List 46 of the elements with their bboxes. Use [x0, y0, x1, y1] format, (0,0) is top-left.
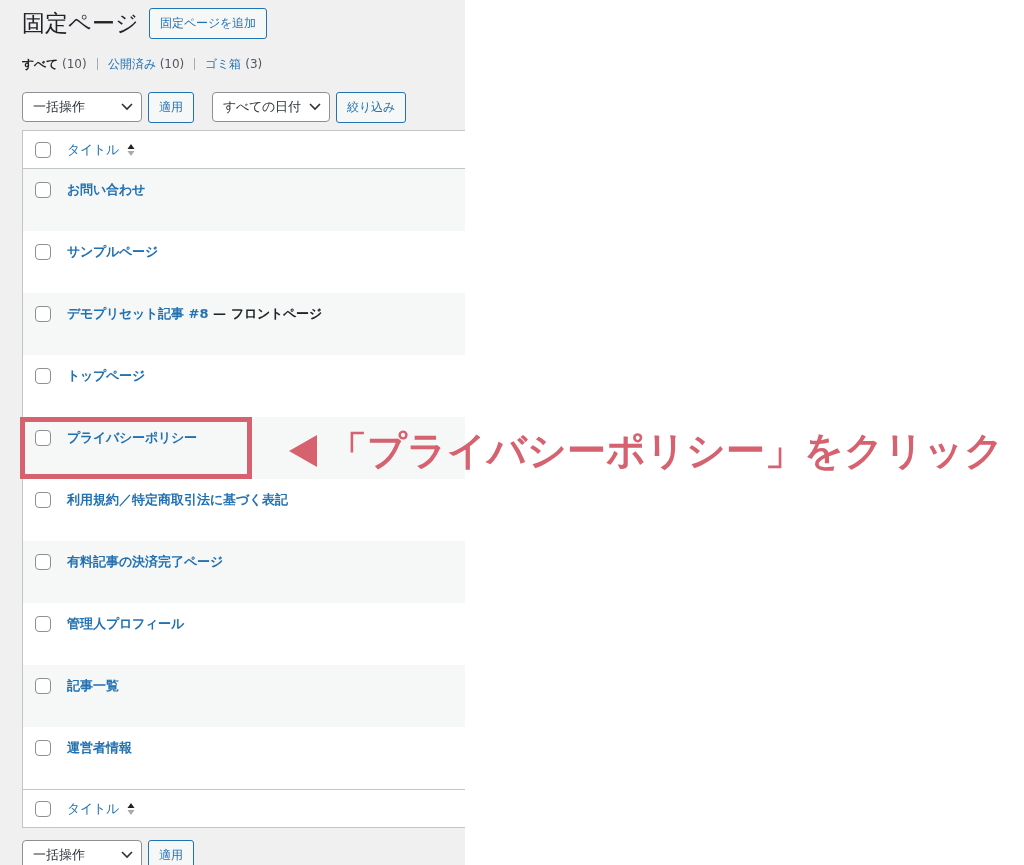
page-title-link[interactable]: プライバシーポリシー [67, 430, 197, 445]
view-count: (3) [245, 57, 263, 71]
chevron-down-icon [309, 103, 321, 111]
row-checkbox[interactable] [35, 740, 51, 756]
page-title-link[interactable]: お問い合わせ [67, 182, 145, 197]
pointer-triangle-icon [288, 433, 318, 469]
date-filter-select[interactable]: すべての日付 [212, 92, 330, 122]
view-filter-link[interactable]: 公開済み [107, 55, 156, 73]
page-title-link[interactable]: デモプリセット記事 #8 [67, 306, 209, 321]
page-title-link[interactable]: 管理人プロフィール [67, 616, 184, 631]
row-checkbox[interactable] [35, 616, 51, 632]
apply-button[interactable]: 適用 [148, 839, 194, 865]
select-all-checkbox[interactable] [35, 800, 51, 817]
row-checkbox[interactable] [35, 368, 51, 384]
row-checkbox[interactable] [35, 182, 51, 198]
view-count: (10) [159, 57, 185, 71]
chevron-down-icon [121, 851, 133, 859]
view-filter-link[interactable]: すべて [22, 55, 58, 73]
page-title-link[interactable]: 運営者情報 [67, 740, 132, 755]
add-page-button[interactable]: 固定ページを追加 [149, 7, 267, 39]
select-all-checkbox[interactable] [35, 141, 51, 158]
page-title-link[interactable]: 利用規約／特定商取引法に基づく表記 [67, 492, 288, 507]
callout-text: 「プライバシーポリシー」をクリック [328, 427, 1004, 475]
page-title-link[interactable]: 記事一覧 [67, 678, 119, 693]
post-state: — フロントページ [213, 306, 322, 321]
sort-by-title-link[interactable]: タイトル [67, 799, 119, 818]
row-checkbox[interactable] [35, 492, 51, 508]
apply-button[interactable]: 適用 [148, 91, 194, 123]
page-title-link[interactable]: トップページ [67, 368, 145, 383]
page-title-link[interactable]: サンプルページ [67, 244, 158, 259]
sort-icon [127, 801, 135, 816]
row-checkbox[interactable] [35, 244, 51, 260]
sort-by-title-link[interactable]: タイトル [67, 140, 119, 159]
row-checkbox[interactable] [35, 430, 51, 446]
view-count: (10) [62, 57, 87, 71]
bulk-action-select[interactable]: 一括操作 [22, 92, 142, 122]
row-checkbox[interactable] [35, 306, 51, 322]
sort-icon [127, 142, 135, 157]
view-filter-link[interactable]: ゴミ箱 [205, 55, 242, 73]
row-checkbox[interactable] [35, 554, 51, 570]
chevron-down-icon [121, 103, 133, 111]
filter-button[interactable]: 絞り込み [336, 91, 406, 123]
bulk-action-select[interactable]: 一括操作 [22, 840, 142, 865]
page-title: 固定ページ [22, 8, 139, 38]
row-checkbox[interactable] [35, 678, 51, 694]
page-title-link[interactable]: 有料記事の決済完了ページ [67, 554, 223, 569]
